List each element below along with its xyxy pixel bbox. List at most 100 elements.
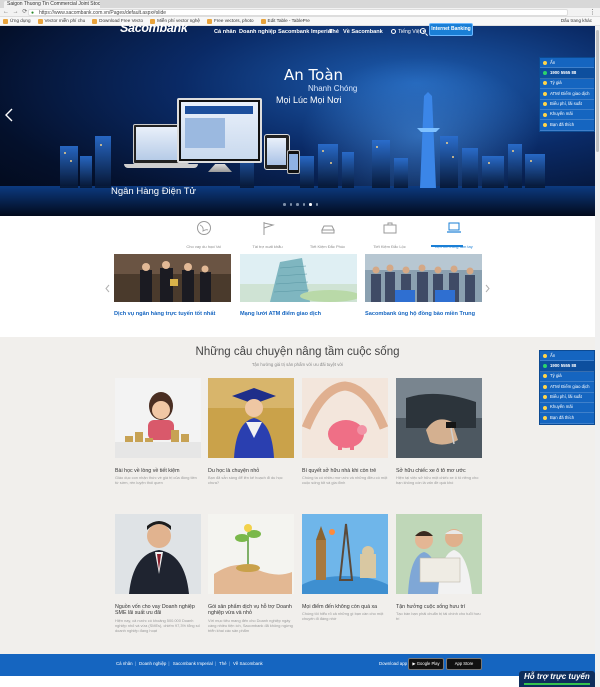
phone-image [287,150,300,174]
side-link-item[interactable]: Tỷ giá [540,372,594,383]
active-service-underline [431,245,463,247]
bookmarks-bar: Ứng dụng Vector miễn phí chu Download Fr… [0,17,600,26]
side-link-item[interactable]: Tỷ giá [540,79,594,90]
news-prev-arrow-icon[interactable] [105,284,110,293]
location-icon [543,91,547,96]
service-item[interactable]: Tiết Kiệm Đắc Lộc [362,218,417,249]
news-title[interactable]: Mạng lưới ATM điểm giao dịch [240,311,357,317]
hero-caption[interactable]: Ngân Hàng Điện Tử [111,186,196,197]
slider-dot[interactable] [289,203,292,206]
slider-dot[interactable] [283,203,286,206]
story-card[interactable]: Sở hữu chiếc xe ô tô mơ ước Hiện tại việ… [396,378,482,486]
slider-dot[interactable] [315,203,318,206]
side-link-item[interactable]: 1900 5555 88 [540,68,594,79]
story-card[interactable]: Gói sản phẩm dịch vụ hỗ trợ Doanh nghiệp… [208,514,294,634]
story-card[interactable]: Mọi điểm đến không còn quá xa Chúng tôi … [293,514,397,622]
bookmark-item[interactable]: Edit Table - TablePre [260,17,310,25]
slider-dot[interactable] [309,203,312,206]
footer-link[interactable]: Cá nhân [116,661,133,666]
news-title[interactable]: Sacombank ủng hộ đồng bào miền Trung [365,311,482,317]
internet-banking-button[interactable]: Internet Banking [429,23,473,36]
story-card[interactable]: Du học là chuyện nhỏ Bạn đã sẵn sàng để … [208,378,294,486]
stories-subtitle: Tận hưởng giá trị sản phẩm với ưu đãi tu… [251,362,344,367]
footer-link[interactable]: Sacombank Imperial [173,661,213,666]
car-icon [320,225,335,234]
stories-title: Những câu chuyện nâng tầm cuộc sống [195,346,400,358]
services-row: Cho vay du học/ tái Tài trợ xuất khẩu Ti… [170,218,490,249]
briefcase-icon [383,222,396,234]
gift-icon [543,112,547,117]
footer-link[interactable]: Về Sacombank [233,661,263,666]
folder-icon [206,18,212,24]
side-link-item[interactable]: ATM/ Điểm giao dịch [540,89,594,100]
businessman-photo [115,514,201,594]
google-play-button[interactable]: ▶ Google Play [408,658,444,670]
service-item[interactable]: Tài trợ xuất khẩu [240,218,295,249]
footer-links: Cá nhân | Doanh nghiệp | Sacombank Imperia… [116,661,263,666]
service-item[interactable]: Cho vay du học/ tái [176,218,231,249]
news-title[interactable]: Dịch vụ ngân hàng trực tuyến tốt nhất [114,311,231,317]
nav-the[interactable]: Thẻ [329,29,339,35]
gift-icon [543,405,547,410]
laptop-base [124,164,198,168]
browser-address-bar: ← → ⟳ ● https://www.sacombank.com.vn/Pag… [0,8,600,17]
browser-tab[interactable]: Saigon Thuong Tin Commercial Joint Stock… [4,1,100,8]
side-link-item[interactable]: Biểu phí, lãi suất [540,393,594,403]
nav-ve-sacombank[interactable]: Về Sacombank [343,29,383,35]
phone-icon [543,364,547,369]
service-item[interactable]: Tiết Kiệm Đắc Phúc [300,218,355,249]
story-card[interactable]: Bí quyết sở hữu nhà khi còn trẻ Chúng ta… [301,378,389,486]
url-field[interactable]: ● https://www.sacombank.com.vn/Pages/def… [28,9,568,16]
page-scrollbar[interactable] [595,26,600,687]
story-card[interactable]: Nguồn vốn cho vay Doanh nghiệp SME lãi s… [115,514,201,634]
slider-prev-arrow-icon[interactable] [5,108,13,122]
slider-dot[interactable] [302,203,305,206]
apps-icon [3,18,8,24]
side-link-item[interactable]: 1900 5555 88 [540,361,594,372]
footer-link[interactable]: Thẻ [219,661,227,666]
nav-doanh-nghiep[interactable]: Doanh nghiệp [239,29,276,35]
side-link-item[interactable]: Bạn đã thích [540,413,594,424]
bookmark-item[interactable]: Vector miễn phí chu [37,17,85,25]
plant-coins-photo [208,514,294,594]
online-support-tab[interactable]: Hỗ trợ trực tuyến [519,671,595,687]
bookmark-item[interactable]: Ứng dụng [3,17,31,25]
monitor-image [177,98,262,163]
news-card[interactable]: Dịch vụ ngân hàng trực tuyến tốt nhất [114,254,231,317]
bookmark-item[interactable]: Free vectors, photo [206,17,254,25]
news-next-arrow-icon[interactable] [485,284,490,293]
percent-icon [543,395,547,400]
globe-icon [391,29,396,34]
nav-ca-nhan[interactable]: Cá nhân [214,29,236,35]
lock-icon: ● [31,10,35,16]
browser-menu-icon[interactable]: ⋮ [589,8,596,16]
hero-slogan-line3: Mọi Lúc Mọi Nơi [276,95,342,105]
online-status-bar [524,683,590,685]
app-store-button[interactable]: App Store [446,658,482,670]
side-link-item[interactable]: Biểu phí, lãi suất [540,100,594,110]
graduate-photo [208,378,294,458]
side-link-item[interactable]: Khuyến mãi [540,110,594,121]
side-link-item[interactable]: Bạn đã thích [540,120,594,131]
side-link-item[interactable]: Khuyến mãi [540,403,594,414]
savings-child-photo [115,378,201,458]
footer-link[interactable]: Doanh nghiệp [139,661,166,666]
story-card[interactable]: Tận hưởng cuộc sống hưu trí Tạo bàn bạn … [396,514,482,622]
folder-icon [260,18,266,24]
other-bookmarks[interactable]: Dấu trang khác [561,17,592,25]
side-link-item[interactable]: ATM/ Điểm giao dịch [540,382,594,393]
slider-dot[interactable] [296,203,299,206]
side-link-item[interactable]: Ẩn [540,351,594,362]
news-card[interactable]: Sacombank ủng hộ đồng bào miền Trung [365,254,482,317]
scrollbar-thumb[interactable] [596,30,599,152]
search-icon[interactable] [420,28,426,34]
hero-slogan-line2: Nhanh Chóng [308,84,358,93]
side-link-item[interactable]: Ẩn [540,58,594,69]
nav-sacombank-imperial[interactable]: Sacombank Imperial [278,29,332,35]
download-app-label: Download app [379,661,408,666]
news-card[interactable]: Mạng lưới ATM điểm giao dịch [240,254,360,317]
sacombank-logo[interactable]: Sacombank [120,21,188,35]
story-card[interactable]: Bài học về lòng về tiết kiệm Giáo dục co… [115,378,201,486]
browser-nav-buttons[interactable]: ← → ⟳ [3,9,28,16]
hero-banner[interactable] [0,26,595,216]
